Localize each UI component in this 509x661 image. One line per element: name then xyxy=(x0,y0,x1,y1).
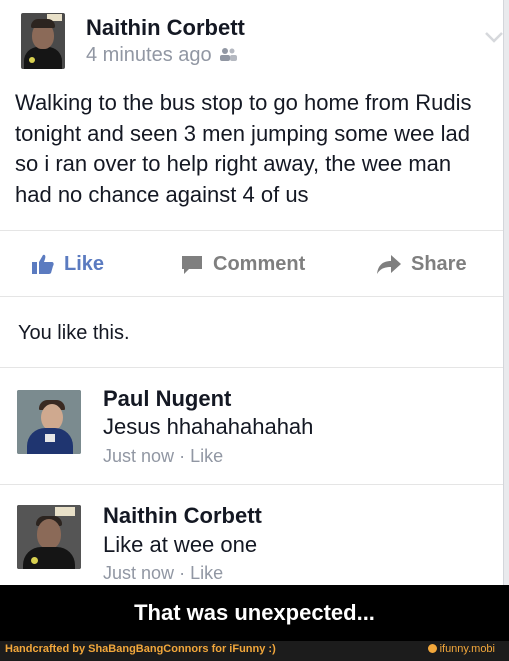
comment-text: Jesus hhahahahahah xyxy=(103,414,314,439)
meta-separator: · xyxy=(179,563,186,583)
friends-icon xyxy=(220,48,237,61)
author-name[interactable]: Naithin Corbett xyxy=(86,15,245,41)
like-button[interactable]: Like xyxy=(31,233,104,295)
footer-brand: ifunny.mobi xyxy=(427,643,495,655)
thumbs-up-icon xyxy=(32,254,54,274)
comment-like-link[interactable]: Like xyxy=(190,563,223,583)
comment-author[interactable]: Paul Nugent xyxy=(103,386,231,412)
chevron-down-icon[interactable] xyxy=(484,31,504,43)
post-actions: Like Comment Share xyxy=(0,233,503,295)
commenter-avatar[interactable] xyxy=(17,505,81,569)
meta-separator: · xyxy=(179,446,186,466)
comment-item: Paul Nugent Jesus hhahahahahah Just now … xyxy=(0,368,503,483)
comment-like-link[interactable]: Like xyxy=(190,446,223,466)
like-label: Like xyxy=(64,252,105,275)
comment-label: Comment xyxy=(213,252,306,275)
comment-icon xyxy=(182,256,202,274)
share-label: Share xyxy=(411,252,467,275)
likes-summary: You like this. xyxy=(18,322,130,344)
caption-banner: That was unexpected... xyxy=(0,585,509,641)
share-arrow-icon xyxy=(377,255,401,274)
comment-time[interactable]: Just now xyxy=(103,446,174,466)
share-button[interactable]: Share xyxy=(376,233,467,295)
comment-time[interactable]: Just now xyxy=(103,563,174,583)
watermark-footer: Handcrafted by ShaBangBangConnors for iF… xyxy=(0,641,509,661)
post-timestamp[interactable]: 4 minutes ago xyxy=(86,44,212,67)
comment-author[interactable]: Naithin Corbett xyxy=(103,503,262,529)
divider xyxy=(0,296,503,297)
post-header: Naithin Corbett 4 minutes ago xyxy=(21,13,503,73)
caption-text: That was unexpected... xyxy=(134,600,375,625)
comment-meta: Just now · Like xyxy=(103,446,223,467)
ifunny-logo-icon xyxy=(427,644,437,653)
commenter-avatar[interactable] xyxy=(17,390,81,454)
divider xyxy=(0,230,503,231)
author-avatar[interactable] xyxy=(21,13,65,69)
comment-text: Like at wee one xyxy=(103,532,258,557)
comment-item: Naithin Corbett Like at wee one Just now… xyxy=(0,485,503,585)
comment-meta: Just now · Like xyxy=(103,563,223,584)
post-card: Naithin Corbett 4 minutes ago Walking to… xyxy=(0,0,504,585)
post-text: Walking to the bus stop to go home from … xyxy=(15,90,472,207)
footer-brand-text: ifunny.mobi xyxy=(439,643,495,655)
footer-credit: Handcrafted by ShaBangBangConnors for iF… xyxy=(5,643,276,655)
